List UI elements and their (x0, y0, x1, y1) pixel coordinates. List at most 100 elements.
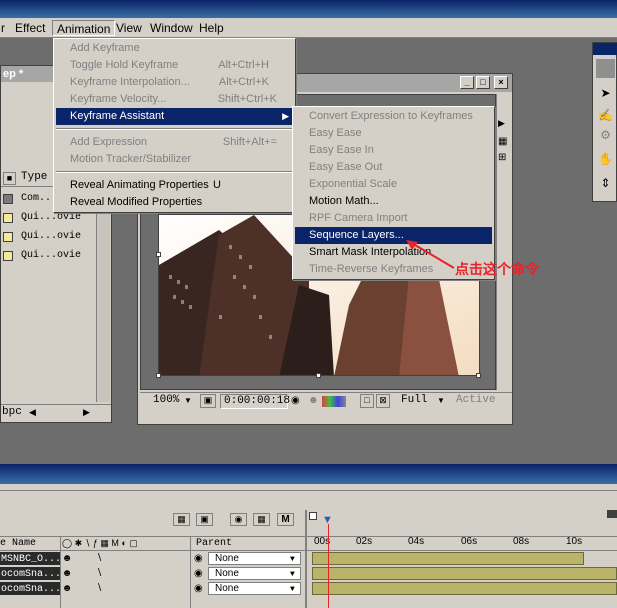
transform-handle[interactable] (156, 373, 161, 378)
menu-help[interactable]: Help (195, 20, 228, 36)
minimize-icon[interactable]: _ (460, 76, 474, 89)
parent-column-header[interactable]: Parent (196, 537, 232, 550)
menu-animation[interactable]: Animation (52, 20, 116, 36)
pickwhip-icon[interactable]: ◉ (194, 567, 203, 582)
selection-arrow-icon[interactable]: ➤ (596, 85, 615, 104)
timeline-layer-row[interactable]: MSNBC_O... ☻ ∖ ◉ None ▼ (0, 552, 617, 567)
menu-item-shortcut: Alt+Ctrl+H (218, 59, 269, 71)
grid-icon[interactable]: ▦ (498, 136, 507, 147)
timeline-panel: ▦ ▣ ◉ ▦ M ▼ e Name ◯ ✱ ∖ ƒ ▦ M ◐ ▢ Paren… (0, 484, 617, 608)
transform-handle[interactable] (316, 373, 321, 378)
menu-view[interactable]: View (112, 20, 146, 36)
transform-handle[interactable] (476, 373, 481, 378)
menu-item-add-keyframe[interactable]: Add Keyframe (56, 40, 293, 57)
menu-item-label: Reveal Animating Properties (70, 179, 209, 191)
parent-dropdown[interactable]: None (208, 582, 301, 595)
submenu-item-convert-expression[interactable]: Convert Expression to Keyframes (295, 108, 492, 125)
rgb-channels-icon[interactable] (322, 396, 346, 407)
layer-duration-bar[interactable] (312, 582, 617, 595)
show-snapshot-icon[interactable]: ☻ (308, 395, 319, 406)
pan-behind-icon[interactable]: ⇕ (596, 175, 615, 194)
resolution-chevron-down-icon[interactable]: ▼ (437, 396, 445, 405)
scroll-right-arrow-icon[interactable]: ▶ (83, 407, 90, 418)
layer-duration-bar[interactable] (312, 567, 617, 580)
current-time-indicator[interactable] (328, 524, 329, 608)
shy-switch-icon[interactable]: ☻ (64, 582, 70, 597)
menu-item-toggle-hold-keyframe[interactable]: Toggle Hold Keyframe Alt+Ctrl+H (56, 57, 293, 74)
project-row[interactable]: Qui...ovie (3, 229, 107, 245)
menu-item-reveal-modified-properties[interactable]: Reveal Modified Properties (56, 194, 293, 211)
frame-blending-icon[interactable]: ▦ (253, 513, 270, 526)
pickwhip-icon[interactable]: ◉ (194, 552, 203, 567)
resolution-dropdown[interactable]: Full (398, 394, 430, 409)
close-icon[interactable]: × (494, 76, 508, 89)
layer-name[interactable]: ocomSna... (0, 582, 60, 595)
menu-item-keyframe-velocity[interactable]: Keyframe Velocity... Shift+Ctrl+K (56, 91, 293, 108)
flowchart-icon[interactable]: ⊞ (498, 152, 506, 163)
submenu-item-easy-ease-out[interactable]: Easy Ease Out (295, 159, 492, 176)
project-row[interactable]: Qui...ovie (3, 248, 107, 264)
active-camera-dropdown[interactable]: Active (453, 394, 499, 409)
parent-chevron-down-icon[interactable]: ▼ (290, 552, 295, 567)
menu-effect[interactable]: Effect (11, 20, 49, 36)
zoom-chevron-down-icon[interactable]: ▼ (184, 396, 192, 405)
shy-switch-icon[interactable]: ☻ (64, 552, 70, 567)
submenu-item-exponential-scale[interactable]: Exponential Scale (295, 176, 492, 193)
tools-title-bar (593, 43, 617, 55)
quality-switch-icon[interactable]: ∖ (96, 567, 102, 582)
shy-layers-icon[interactable]: ◉ (230, 513, 247, 526)
menu-item-shortcut: Alt+Ctrl+K (218, 76, 269, 88)
work-area-end-handle[interactable] (607, 510, 617, 518)
panel-menu-arrow-icon[interactable]: ▶ (498, 118, 505, 129)
submenu-item-rpf-camera-import[interactable]: RPF Camera Import (295, 210, 492, 227)
live-update-icon[interactable]: ▣ (196, 513, 213, 526)
camera-snapshot-icon[interactable]: ◉ (291, 395, 300, 406)
menu-item-reveal-animating-properties[interactable]: Reveal Animating Properties U (56, 177, 293, 194)
maximize-icon[interactable]: □ (476, 76, 490, 89)
layer-name[interactable]: ocomSna... (0, 567, 60, 580)
parent-dropdown[interactable]: None (208, 567, 301, 580)
transparency-grid-icon[interactable]: ⊠ (376, 394, 390, 408)
submenu-item-easy-ease[interactable]: Easy Ease (295, 125, 492, 142)
current-time-field[interactable]: 0:00:00:18 (220, 394, 290, 409)
timeline-layer-row[interactable]: ocomSna... ☻ ∖ ◉ None ▼ (0, 567, 617, 582)
menu-item-add-expression[interactable]: Add Expression Shift+Alt+= (56, 134, 293, 151)
menu-window[interactable]: Window (146, 20, 197, 36)
work-area-start-handle[interactable] (309, 512, 317, 520)
shy-switch-icon[interactable]: ☻ (64, 567, 70, 582)
parent-chevron-down-icon[interactable]: ▼ (290, 567, 295, 582)
menu-item-motion-tracker[interactable]: Motion Tracker/Stabilizer (56, 151, 293, 168)
parent-chevron-down-icon[interactable]: ▼ (290, 582, 295, 597)
scroll-left-arrow-icon[interactable]: ◀ (29, 407, 36, 418)
menu-separator (56, 171, 293, 173)
type-column-header[interactable]: Type (21, 171, 47, 183)
menu-item-label: Add Expression (70, 136, 148, 148)
motion-blur-button[interactable]: M (277, 513, 294, 526)
pickwhip-icon[interactable]: ◉ (194, 582, 203, 597)
annotation-arrow-icon (406, 240, 455, 269)
zoom-dropdown[interactable]: 100% (150, 394, 182, 409)
label-sort-icon[interactable]: ■ (3, 172, 16, 185)
parent-dropdown[interactable]: None (208, 552, 301, 565)
layer-name[interactable]: MSNBC_O... (0, 552, 60, 565)
draft-3d-icon[interactable]: ▦ (173, 513, 190, 526)
orbit-camera-icon[interactable]: ⚙ (596, 127, 615, 146)
quality-switch-icon[interactable]: ∖ (96, 582, 102, 597)
menu-partial[interactable]: r (0, 20, 9, 36)
submenu-item-motion-math[interactable]: Motion Math... (295, 193, 492, 210)
bpc-button[interactable]: bpc (2, 406, 22, 418)
layer-duration-bar[interactable] (312, 552, 584, 565)
timeline-layer-row[interactable]: ocomSna... ☻ ∖ ◉ None ▼ (0, 582, 617, 597)
source-name-header[interactable]: e Name (0, 537, 36, 550)
transform-handle[interactable] (156, 252, 161, 257)
submenu-item-sequence-layers[interactable]: Sequence Layers... (295, 227, 492, 244)
region-of-interest-icon[interactable]: □ (360, 394, 374, 408)
submenu-item-easy-ease-in[interactable]: Easy Ease In (295, 142, 492, 159)
menu-item-keyframe-assistant[interactable]: Keyframe Assistant ▶ (56, 108, 293, 125)
quality-switch-icon[interactable]: ∖ (96, 552, 102, 567)
menu-item-keyframe-interpolation[interactable]: Keyframe Interpolation... Alt+Ctrl+K (56, 74, 293, 91)
menu-item-label: Keyframe Assistant (70, 110, 165, 122)
safe-zones-icon[interactable]: ▣ (200, 394, 216, 408)
hand-tool-icon[interactable]: ✋ (596, 151, 615, 170)
pen-tool-icon[interactable]: ✍ (596, 107, 615, 126)
